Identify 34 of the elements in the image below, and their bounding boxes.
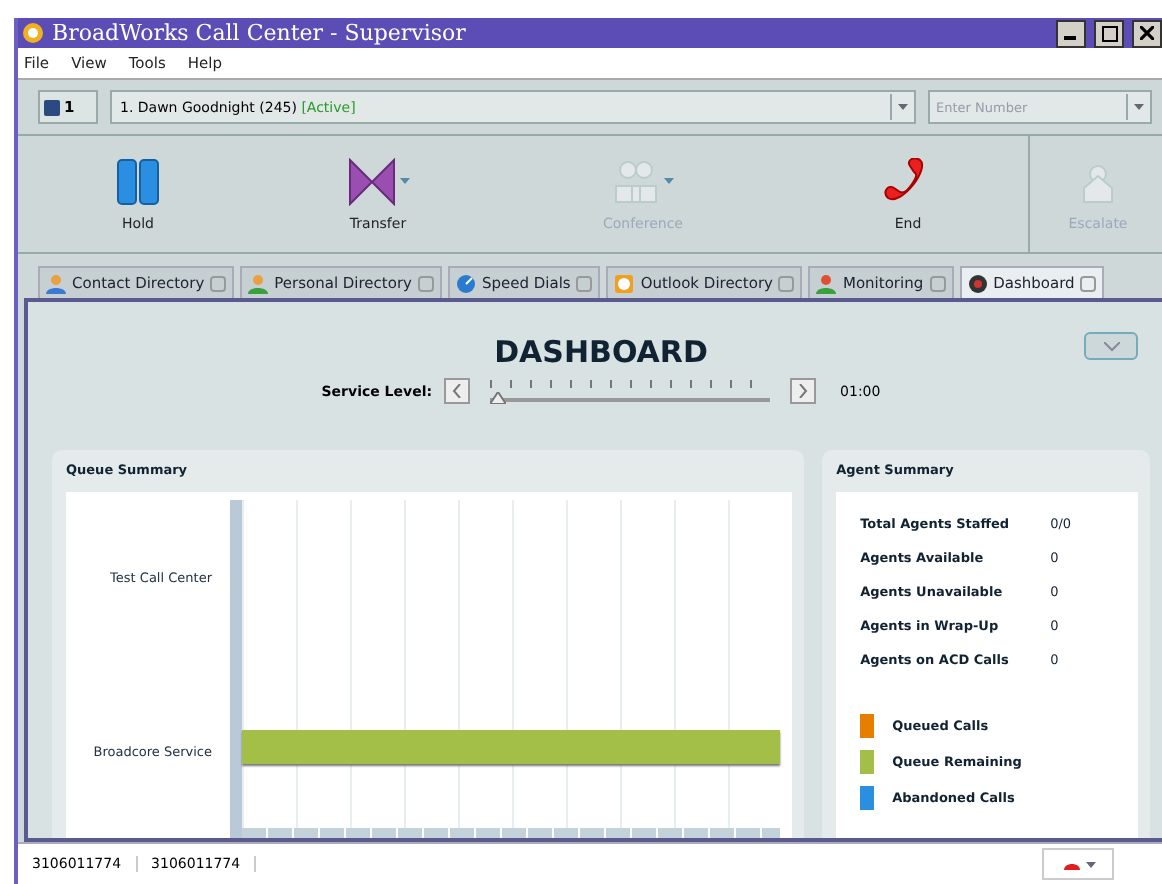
close-button[interactable]: [1132, 19, 1162, 47]
globe-icon: [455, 273, 476, 293]
collapse-button[interactable]: [1084, 332, 1138, 360]
close-icon[interactable]: [778, 275, 795, 291]
next-button[interactable]: [790, 378, 817, 404]
close-icon: [1140, 26, 1154, 40]
people-icon: [816, 273, 837, 293]
status-menu-button[interactable]: [1042, 848, 1114, 880]
close-icon[interactable]: [417, 275, 434, 291]
close-icon[interactable]: [1080, 275, 1097, 291]
bowtie-icon: [347, 157, 395, 205]
dashboard-title: DASHBOARD: [494, 334, 708, 370]
sun-icon: [22, 22, 44, 44]
chevron-right-icon: [798, 384, 809, 398]
chevron-down-icon: [1103, 341, 1119, 351]
gauge-icon: [967, 273, 988, 293]
caret-icon: [1134, 104, 1144, 110]
minimize-button[interactable]: [1056, 19, 1086, 47]
pause-icon: [116, 157, 160, 205]
clock-icon: [614, 273, 635, 293]
caret-icon: [1085, 861, 1095, 867]
close-icon[interactable]: [576, 275, 593, 291]
previous-button[interactable]: [444, 378, 471, 404]
caret-icon: [898, 104, 908, 110]
window-title: BroadWorks Call Center - Supervisor: [52, 20, 468, 46]
maximize-button[interactable]: [1094, 19, 1124, 47]
slider-thumb[interactable]: [490, 391, 507, 403]
person-icon: [46, 273, 66, 293]
person-icon: [248, 273, 269, 293]
chevron-left-icon: [452, 384, 463, 398]
maximize-icon: [1101, 25, 1117, 41]
close-icon[interactable]: [929, 275, 946, 291]
people-icon: [612, 157, 660, 205]
close-icon[interactable]: [210, 275, 227, 291]
